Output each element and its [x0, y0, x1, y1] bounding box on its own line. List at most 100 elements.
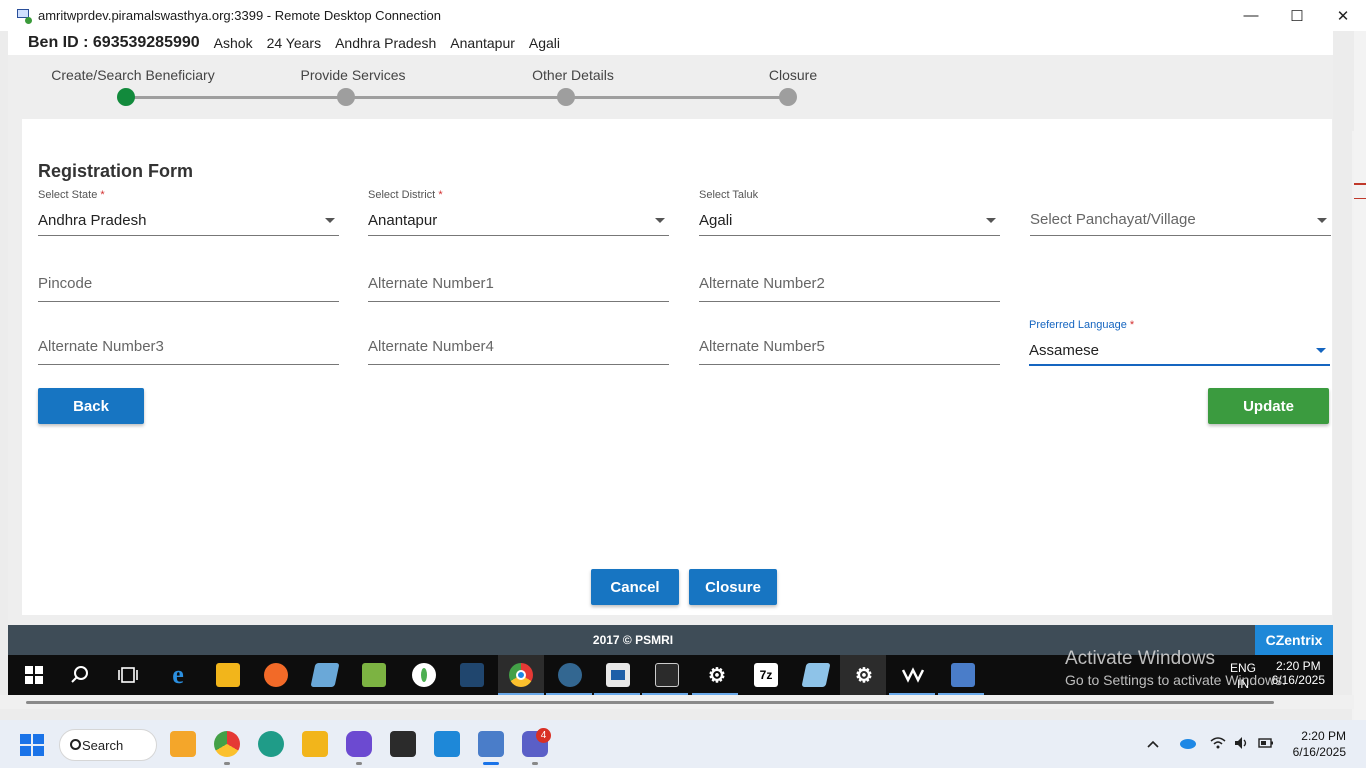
- maximize-button[interactable]: ☐: [1274, 0, 1320, 31]
- ben-taluk: Agali: [528, 35, 561, 51]
- windows-start-icon[interactable]: [22, 663, 46, 687]
- internet-explorer-icon[interactable]: e: [166, 660, 190, 689]
- step-label-closure: Closure: [768, 67, 818, 83]
- settings-gear-icon[interactable]: ⚙: [705, 663, 729, 687]
- district-select[interactable]: Select District * Anantapur: [368, 189, 669, 237]
- mysql-workbench-icon[interactable]: [460, 663, 484, 687]
- host-background-edge: [1354, 31, 1366, 721]
- search-icon[interactable]: [68, 663, 92, 687]
- sql-developer-icon[interactable]: [310, 663, 340, 687]
- closure-button[interactable]: Closure: [689, 569, 777, 605]
- step-label-provide-services: Provide Services: [300, 67, 406, 83]
- m365-icon[interactable]: [346, 731, 372, 757]
- form-title: Registration Form: [38, 161, 194, 181]
- alternate-number4-input[interactable]: Alternate Number4: [368, 332, 669, 366]
- ben-age: 24 Years: [266, 35, 322, 51]
- command-prompt-icon[interactable]: [655, 663, 679, 687]
- mongodb-compass-icon[interactable]: [412, 663, 436, 687]
- chrome-icon[interactable]: [509, 663, 533, 687]
- notepad-plus-plus-icon[interactable]: [362, 663, 386, 687]
- cancel-button[interactable]: Cancel: [591, 569, 679, 605]
- step-dot-other-details[interactable]: [557, 88, 575, 106]
- update-button[interactable]: Update: [1208, 388, 1329, 424]
- task-view-icon[interactable]: [116, 663, 140, 687]
- alternate-number2-input[interactable]: Alternate Number2: [699, 269, 1000, 303]
- onedrive-icon[interactable]: [1178, 736, 1196, 750]
- network-tool-icon[interactable]: [901, 663, 925, 687]
- search-label: Search: [82, 737, 124, 753]
- minimize-button[interactable]: —: [1228, 0, 1274, 31]
- windows-taskbar: Search 4 2:20 PM 6/16/2025: [0, 720, 1366, 768]
- alternate-number1-input[interactable]: Alternate Number1: [368, 269, 669, 303]
- step-dot-provide-services[interactable]: [337, 88, 355, 106]
- village-placeholder: Select Panchayat/Village: [1030, 211, 1196, 228]
- terminal-icon[interactable]: [390, 731, 416, 757]
- rdp-title-bar: amritwprdev.piramalswasthya.org:3399 - R…: [0, 0, 1366, 31]
- ben-name: Ashok: [213, 35, 253, 51]
- alternate-number3-input[interactable]: Alternate Number3: [38, 332, 339, 366]
- alternate-number5-input[interactable]: Alternate Number5: [699, 332, 1000, 366]
- chevron-down-icon: [1317, 218, 1327, 223]
- search-icon: [70, 739, 81, 750]
- registration-panel: Registration Form Select State * Andhra …: [22, 119, 1332, 615]
- copyright-text: 2017 © PSMRI: [592, 633, 674, 647]
- chrome-icon[interactable]: [214, 731, 240, 757]
- preferred-language-select[interactable]: Preferred Language * Assamese: [1029, 319, 1330, 367]
- remote-desktop-icon[interactable]: [478, 731, 504, 757]
- ben-id: Ben ID : 693539285990: [28, 34, 200, 51]
- ben-district: Anantapur: [450, 35, 515, 51]
- district-value: Anantapur: [368, 212, 438, 229]
- chevron-down-icon: [1316, 348, 1326, 353]
- taluk-select[interactable]: Select Taluk Agali: [699, 189, 1000, 237]
- preferred-language-label: Preferred Language: [1029, 319, 1127, 331]
- preferred-language-value: Assamese: [1029, 342, 1100, 359]
- system-clock[interactable]: 2:20 PM 6/16/2025: [1293, 728, 1346, 760]
- chevron-up-icon[interactable]: [1146, 736, 1162, 750]
- progress-stepper: Create/Search Beneficiary Provide Servic…: [8, 55, 1333, 127]
- seven-zip-icon[interactable]: 7z: [754, 663, 778, 687]
- postman-icon[interactable]: [264, 663, 288, 687]
- teams-notification-badge: 4: [536, 728, 551, 743]
- sql-client-icon[interactable]: [801, 663, 831, 687]
- remote-desktop-area: Ben ID : 693539285990 Ashok 24 Years And…: [0, 31, 1366, 721]
- remote-desktop-icon: [16, 8, 32, 24]
- district-label: Select District: [368, 189, 436, 201]
- window-title: amritwprdev.piramalswasthya.org:3399 - R…: [38, 8, 441, 23]
- state-select[interactable]: Select State * Andhra Pradesh: [38, 189, 339, 237]
- state-label: Select State: [38, 189, 98, 201]
- edge-icon[interactable]: [258, 731, 284, 757]
- remote-desktop-app-icon[interactable]: [951, 663, 975, 687]
- stepper-track: [126, 96, 788, 99]
- pgadmin-icon[interactable]: [558, 663, 582, 687]
- horizontal-scrollbar[interactable]: [0, 695, 1366, 709]
- pincode-input[interactable]: Pincode: [38, 269, 339, 303]
- file-explorer-icon[interactable]: [216, 663, 240, 687]
- windows-start-button[interactable]: [20, 734, 44, 756]
- step-dot-create-search[interactable]: [117, 88, 135, 106]
- back-button[interactable]: Back: [38, 388, 144, 424]
- taskbar-search[interactable]: Search: [59, 729, 157, 761]
- chevron-down-icon: [986, 218, 996, 223]
- state-value: Andhra Pradesh: [38, 212, 147, 229]
- beneficiary-bar: Ben ID : 693539285990 Ashok 24 Years And…: [8, 31, 1333, 55]
- battery-icon[interactable]: [1258, 736, 1274, 750]
- step-label-other-details: Other Details: [532, 67, 614, 83]
- taluk-value: Agali: [699, 212, 733, 229]
- services-gear-icon[interactable]: ⚙: [852, 663, 876, 687]
- notepad-icon[interactable]: [434, 731, 460, 757]
- file-explorer-icon[interactable]: [302, 731, 328, 757]
- taluk-label: Select Taluk: [699, 189, 759, 201]
- village-select[interactable]: Select Panchayat/Village: [1030, 189, 1331, 237]
- activate-windows-watermark: Activate Windows Go to Settings to activ…: [1065, 648, 1286, 688]
- chevron-down-icon: [655, 218, 665, 223]
- ben-state: Andhra Pradesh: [335, 35, 437, 51]
- app-window: Ben ID : 693539285990 Ashok 24 Years And…: [8, 31, 1333, 655]
- wifi-icon[interactable]: [1210, 736, 1226, 750]
- document-viewer-icon[interactable]: [606, 663, 630, 687]
- step-dot-closure[interactable]: [779, 88, 797, 106]
- step-label-create-search: Create/Search Beneficiary: [51, 67, 215, 83]
- volume-icon[interactable]: [1234, 736, 1250, 750]
- horizontal-scrollbar-thumb[interactable]: [26, 701, 1274, 704]
- microsoft-store-icon[interactable]: [170, 731, 196, 757]
- close-button[interactable]: ✕: [1320, 0, 1366, 31]
